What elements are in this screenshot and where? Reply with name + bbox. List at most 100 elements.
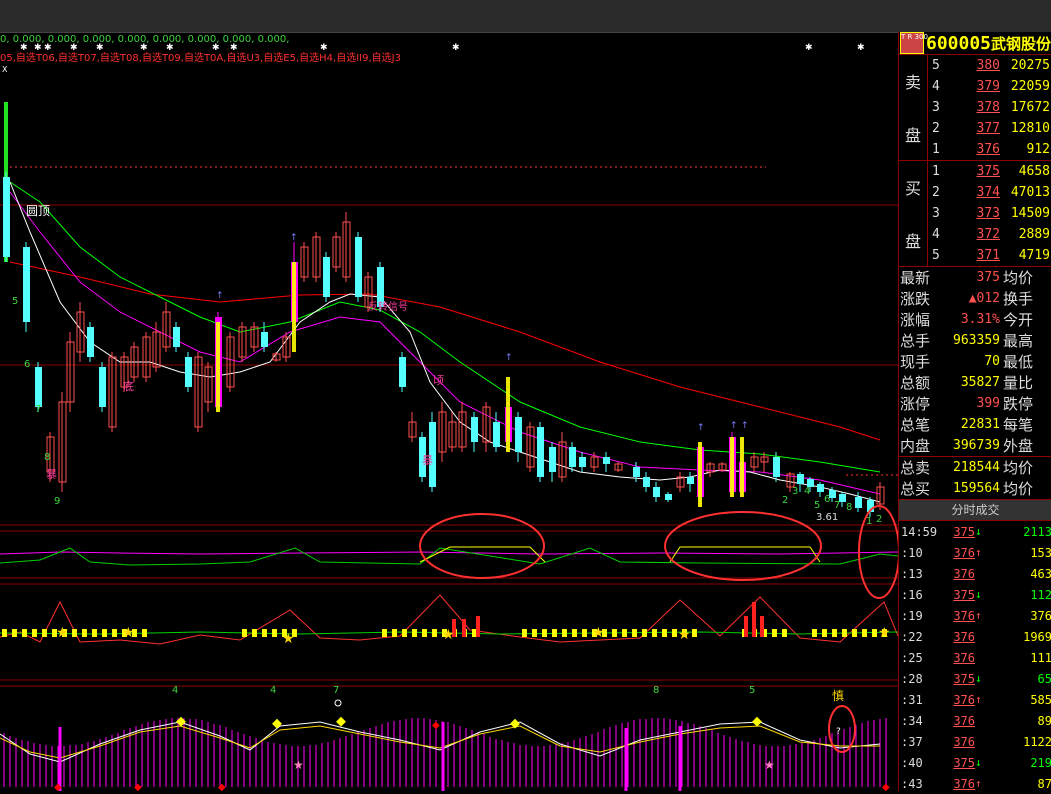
svg-text:✱: ✱ xyxy=(96,43,104,53)
sell-row[interactable]: 5 380 20275 xyxy=(928,55,1051,76)
buy-price[interactable]: 375 xyxy=(950,164,1000,179)
sell-row[interactable]: 3 378 17672 xyxy=(928,97,1051,118)
svg-text:◆: ◆ xyxy=(882,782,890,791)
tape-row[interactable]: :25 376 111 xyxy=(899,647,1051,668)
sell-price[interactable]: 376 xyxy=(950,142,1000,157)
svg-text:★: ★ xyxy=(282,631,295,647)
sell-row[interactable]: 4 379 22059 xyxy=(928,76,1051,97)
sell-row[interactable]: 2 377 12810 xyxy=(928,118,1051,139)
sell-price[interactable]: 379 xyxy=(950,79,1000,94)
sell-row[interactable]: 1 376 912 xyxy=(928,139,1051,160)
sell-price[interactable]: 378 xyxy=(950,100,1000,115)
candle-body xyxy=(35,367,42,407)
candle-body xyxy=(569,447,576,467)
signal-bar xyxy=(402,629,407,637)
sell-volume: 912 xyxy=(1026,142,1050,157)
signal-bar xyxy=(432,629,437,637)
signal-bar xyxy=(552,629,557,637)
kline-chart[interactable]: 0, 0.000, 0.000, 0.000, 0.000, 0.000, 0.… xyxy=(0,32,898,791)
tape-price: 375 xyxy=(953,587,975,602)
stat-row: 总额 35827 量比 xyxy=(899,372,1051,393)
stat-value: 3.31% xyxy=(960,312,1000,327)
tape-row[interactable]: :28 375 ↓ 65 xyxy=(899,668,1051,689)
stat-label: 涨幅 xyxy=(900,311,931,329)
tape-arrow-icon: ↓ xyxy=(975,588,982,601)
tape-time: :25 xyxy=(901,650,923,665)
tape-row[interactable]: :34 376 89 xyxy=(899,710,1051,731)
svg-text:◆: ◆ xyxy=(134,782,142,791)
tape-price: 376 xyxy=(953,650,975,665)
sell-volume: 17672 xyxy=(1010,100,1050,115)
sell-price[interactable]: 380 xyxy=(950,58,1000,73)
stat-row: 最新 375 均价 xyxy=(899,267,1051,288)
candle-body xyxy=(493,422,500,447)
candle-body xyxy=(633,467,640,477)
svg-text:↑: ↑ xyxy=(290,233,298,243)
tape-row[interactable]: 14:59 375 ↓ 2113 xyxy=(899,521,1051,542)
svg-text:↑: ↑ xyxy=(697,423,705,433)
tape-volume: 153 xyxy=(1030,545,1051,560)
stat-value: 399 xyxy=(976,396,1000,411)
tape-time: :31 xyxy=(901,692,923,707)
tape-row[interactable]: :10 376 ↑ 153 xyxy=(899,542,1051,563)
signal-bar xyxy=(2,629,7,637)
tape-time: :40 xyxy=(901,755,923,770)
stat-label: 总卖 xyxy=(900,459,931,477)
x-marker: X xyxy=(2,65,8,74)
tape-arrow-icon: ↑ xyxy=(975,609,982,622)
quote-panel: T R 300 600005 武钢股份 卖盘 5 380 20275 4 379 2205… xyxy=(898,32,1051,791)
svg-text:↑: ↑ xyxy=(741,421,749,431)
signal-bar xyxy=(382,629,387,637)
stat-label: 总手 xyxy=(900,332,931,350)
buy-row[interactable]: 1 375 4658 xyxy=(928,161,1051,182)
tape-row[interactable]: :37 376 1122 xyxy=(899,731,1051,752)
sell-price[interactable]: 377 xyxy=(950,121,1000,136)
tape-row[interactable]: :22 376 1969 xyxy=(899,626,1051,647)
ma20-line xyxy=(9,181,881,473)
tape-row[interactable]: :40 375 ↓ 219 xyxy=(899,752,1051,773)
candle-body xyxy=(515,417,522,452)
signal-bar xyxy=(42,629,47,637)
svg-text:✱: ✱ xyxy=(44,43,52,53)
stock-code[interactable]: 600005 xyxy=(926,33,991,54)
white-markers: ✱ ✱ ✱ ✱ ✱ ✱ ✱ ✱ ✱ ✱ ✱ ✱ ✱ xyxy=(20,43,865,53)
tape-volume: 1969 xyxy=(1023,629,1051,644)
signal-bar xyxy=(662,629,667,637)
oscillator-numbers: 4 4 7 8 5 xyxy=(172,685,755,696)
buy-price[interactable]: 372 xyxy=(950,227,1000,242)
round-top-label: 圆顶 xyxy=(26,204,50,218)
svg-text:✱: ✱ xyxy=(70,43,78,53)
buy-price[interactable]: 371 xyxy=(950,248,1000,263)
tape-price: 376 xyxy=(953,776,975,791)
buy-row[interactable]: 2 374 47013 xyxy=(928,182,1051,203)
signal-bar xyxy=(252,629,257,637)
svg-text:✱: ✱ xyxy=(34,43,42,53)
tape-row[interactable]: :13 376 463 xyxy=(899,563,1051,584)
stat-row: 总卖 218544 均价 xyxy=(899,457,1051,478)
tape-price: 376 xyxy=(953,629,975,644)
signal-bar xyxy=(872,629,877,637)
buy-row[interactable]: 4 372 2889 xyxy=(928,224,1051,245)
tape-time: :19 xyxy=(901,608,923,623)
tape-arrow-icon: ↓ xyxy=(975,672,982,685)
buy-price[interactable]: 373 xyxy=(950,206,1000,221)
tape-row[interactable]: :19 376 ↑ 376 xyxy=(899,605,1051,626)
buy-row[interactable]: 5 371 4719 xyxy=(928,245,1051,266)
stat-label-right: 均价 xyxy=(1003,480,1034,498)
tape-time: :34 xyxy=(901,713,923,728)
buy-price[interactable]: 374 xyxy=(950,185,1000,200)
stat-value: ▲012 xyxy=(968,291,1000,306)
signal-candle xyxy=(216,322,220,412)
svg-text:8: 8 xyxy=(846,502,852,513)
signal-bar xyxy=(632,629,637,637)
sell-volume: 22059 xyxy=(1010,79,1050,94)
trade-tape[interactable]: 14:59 375 ↓ 2113:10 376 ↑ 153:13 376 463:16 375 ↓ 1… xyxy=(899,521,1051,794)
candle-body xyxy=(579,457,586,467)
tape-row[interactable]: :16 375 ↓ 112 xyxy=(899,584,1051,605)
di-label: 底 xyxy=(123,379,134,393)
tape-title[interactable]: 分时成交 xyxy=(899,499,1051,521)
signal-bar xyxy=(92,629,97,637)
buy-row[interactable]: 3 373 14509 xyxy=(928,203,1051,224)
tape-row[interactable]: :31 376 ↑ 585 xyxy=(899,689,1051,710)
svg-text:4: 4 xyxy=(270,685,276,696)
